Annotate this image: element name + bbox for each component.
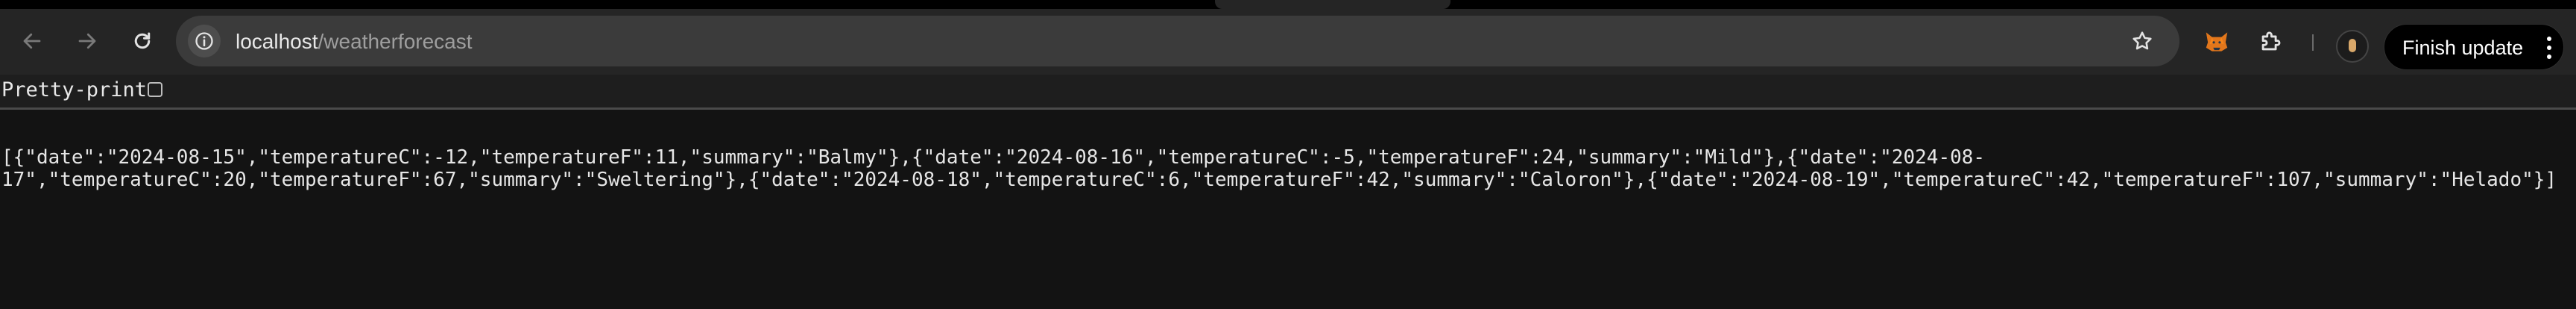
browser-toolbar: localhost/weatherforecast Finish update	[0, 9, 2576, 75]
arrow-left-icon	[23, 33, 41, 49]
pretty-print-label: Pretty-print	[1, 78, 148, 102]
url-text[interactable]: localhost/weatherforecast	[236, 29, 473, 54]
fox-extension-button[interactable]	[2199, 24, 2235, 60]
reload-icon	[134, 32, 151, 49]
forward-button[interactable]	[69, 22, 106, 60]
site-info-button[interactable]	[188, 25, 221, 57]
star-icon	[2133, 31, 2152, 50]
toolbar-divider	[2312, 34, 2314, 51]
json-line-2: 17","temperatureC":20,"temperatureF":67,…	[1, 169, 2557, 191]
extensions-button[interactable]	[2253, 24, 2288, 60]
bookmark-button[interactable]	[2127, 26, 2157, 56]
site-info-icon	[195, 32, 213, 50]
finish-update-label: Finish update	[2402, 37, 2524, 59]
active-tab-edge[interactable]	[1215, 0, 1450, 9]
json-response: [{"date":"2024-08-15","temperatureC":-12…	[1, 146, 2566, 191]
kebab-icon	[2545, 37, 2553, 59]
back-button[interactable]	[13, 22, 51, 60]
reload-button[interactable]	[124, 22, 161, 60]
url-path: /weatherforecast	[318, 30, 473, 53]
address-bar[interactable]: localhost/weatherforecast	[176, 16, 2179, 66]
pretty-print-checkbox[interactable]	[148, 82, 162, 97]
fox-extension-icon	[2206, 32, 2228, 52]
avatar-image	[2349, 39, 2356, 52]
url-host: localhost	[236, 30, 318, 53]
arrow-right-icon	[78, 33, 96, 49]
profile-avatar[interactable]	[2336, 30, 2369, 63]
tab-strip	[0, 0, 2576, 9]
puzzle-icon	[2261, 31, 2281, 51]
finish-update-button[interactable]: Finish update	[2384, 24, 2564, 70]
pretty-print-bar: Pretty-print	[0, 75, 2576, 110]
json-line-1: [{"date":"2024-08-15","temperatureC":-12…	[1, 146, 1986, 169]
